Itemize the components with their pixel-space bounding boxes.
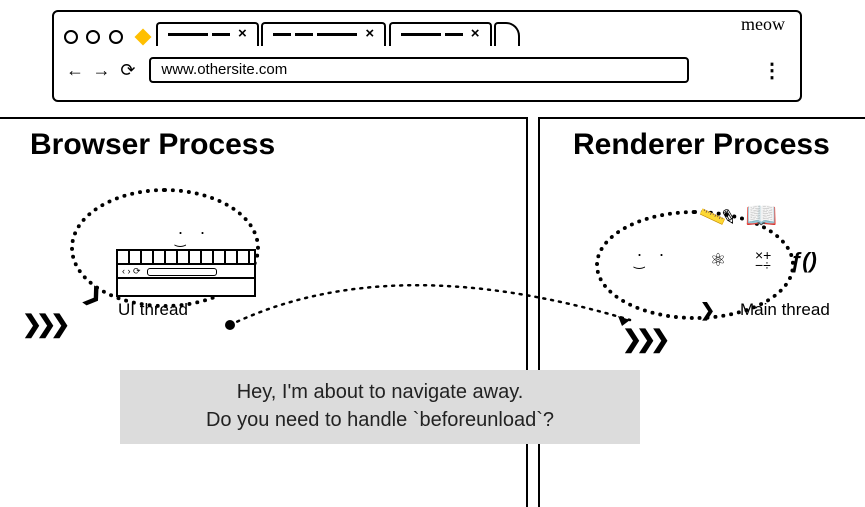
browser-process-box xyxy=(0,117,528,507)
window-control-icon xyxy=(64,30,78,44)
smile-icon: ‿ xyxy=(634,254,644,270)
function-icon: ƒ() xyxy=(790,248,817,274)
tab-1[interactable]: × xyxy=(156,22,259,46)
chevrons-icon: ❯❯❯ xyxy=(622,325,664,354)
close-icon[interactable]: × xyxy=(365,25,374,42)
reload-button[interactable]: ⟳ xyxy=(117,60,139,81)
main-thread-label: Main thread xyxy=(740,300,830,320)
tab-3[interactable]: × xyxy=(389,22,492,46)
tab-strip: × × × xyxy=(64,22,794,50)
renderer-process-title: Renderer Process xyxy=(573,128,830,162)
menu-icon[interactable]: ⋮ xyxy=(762,60,782,82)
close-icon[interactable]: × xyxy=(238,25,247,42)
new-tab-button[interactable] xyxy=(494,22,520,46)
graph-icon: ⚛ xyxy=(710,250,726,271)
browser-process-title: Browser Process xyxy=(30,128,275,162)
chevrons-icon: ❯❯❯ xyxy=(22,310,64,339)
close-icon[interactable]: × xyxy=(471,25,480,42)
toolbar: ← → ⟳ www.othersite.com xyxy=(64,57,794,89)
window-control-icon xyxy=(109,30,123,44)
math-ops-icon: ×+−÷ xyxy=(755,250,771,270)
window-control-icon xyxy=(86,30,100,44)
smile-icon: ‿ xyxy=(175,232,185,248)
book-icon: 📖 xyxy=(745,200,777,231)
ui-thread-label: UI thread xyxy=(118,300,188,320)
brand-label: meow xyxy=(741,14,785,35)
ipc-message-bubble: Hey, I'm about to navigate away. Do you … xyxy=(120,370,640,444)
forward-button[interactable]: → xyxy=(90,60,112,81)
mini-browser-icon: ‹ › ⟳ xyxy=(116,249,256,297)
address-bar[interactable]: www.othersite.com xyxy=(149,57,689,83)
message-line-1: Hey, I'm about to navigate away. xyxy=(130,378,630,406)
chevron-icon: ❯ xyxy=(700,300,709,321)
message-line-2: Do you need to handle `beforeunload`? xyxy=(130,406,630,434)
back-button[interactable]: ← xyxy=(64,60,86,81)
tab-2[interactable]: × xyxy=(261,22,386,46)
browser-chrome: × × × meow ← → ⟳ www.othersite.com ⋮ xyxy=(52,10,802,102)
active-tab-icon xyxy=(135,28,152,45)
